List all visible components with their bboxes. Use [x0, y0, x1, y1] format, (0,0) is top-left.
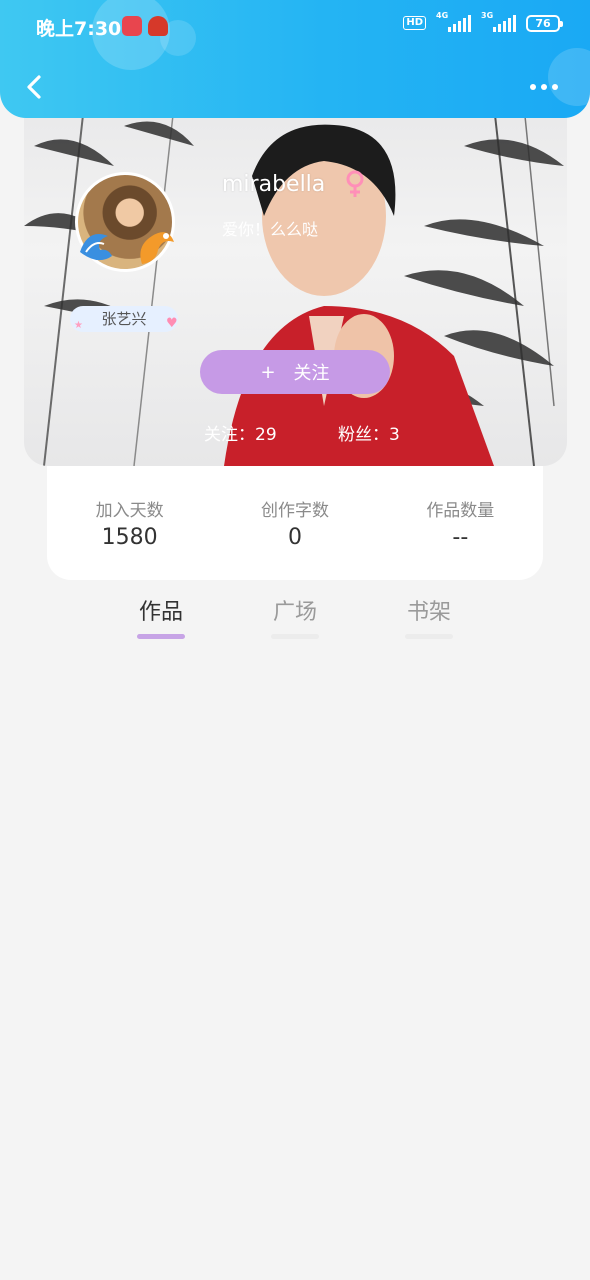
stats-card: 加入天数 1580 创作字数 0 作品数量 -- [47, 450, 543, 580]
notification-app-icon [122, 16, 142, 36]
fans-count[interactable]: 粉丝：3 [338, 420, 400, 445]
stat-label: 作品数量 [426, 501, 495, 521]
more-dots-icon[interactable] [530, 82, 564, 92]
battery-icon: 76 [526, 14, 563, 32]
stat-label: 创作字数 [260, 501, 329, 521]
chevron-left-icon[interactable] [22, 74, 48, 100]
stat-word-count: 创作字数 0 [212, 496, 377, 580]
signal-3g-icon: 3G [481, 11, 516, 32]
stat-value: 1580 [101, 525, 158, 550]
tab-label: 广场 [272, 600, 317, 625]
hd-badge: HD [403, 16, 426, 30]
female-icon [346, 170, 364, 197]
avatar-frame-koi-icon [140, 232, 174, 264]
notification-app-icon [148, 16, 168, 36]
tab-square[interactable]: 广场 [271, 594, 319, 639]
tab-indicator [271, 634, 319, 639]
tab-indicator [405, 634, 453, 639]
status-indicators: HD 4G 3G 76 [403, 11, 563, 32]
stat-label: 加入天数 [95, 501, 164, 521]
tab-label: 作品 [138, 600, 183, 625]
decorative-bubble [548, 48, 590, 106]
content-tabs: 作品 广场 书架 [0, 594, 590, 644]
follow-button-label: 关注 [293, 363, 330, 384]
stat-join-days: 加入天数 1580 [47, 496, 212, 580]
username: mirabella [222, 172, 326, 197]
avatar-frame-wave-icon [80, 234, 112, 261]
idol-tag: 张艺兴 [70, 306, 178, 332]
banner-background-image [24, 106, 564, 466]
tab-works[interactable]: 作品 [137, 594, 185, 639]
network-type-label: 3G [481, 11, 494, 20]
stat-value: 0 [287, 525, 302, 550]
following-count[interactable]: 关注：29 [204, 420, 277, 445]
status-time: 晚上7:30 [36, 18, 122, 40]
network-type-label: 4G [436, 11, 449, 20]
profile-banner [24, 106, 567, 466]
signal-4g-icon: 4G [436, 11, 471, 32]
tab-label: 书架 [406, 600, 451, 625]
user-signature: 爱你！么么哒 [222, 220, 319, 239]
plus-icon: + [260, 361, 276, 383]
heart-icon: ♥ [166, 316, 178, 331]
stat-works-count: 作品数量 -- [378, 496, 543, 580]
star-icon: ★ [74, 320, 83, 331]
follow-button[interactable]: + 关注 [200, 350, 390, 394]
stat-value: -- [452, 525, 469, 550]
tab-active-indicator [137, 634, 185, 639]
top-header: 晚上7:30 HD 4G 3G 76 [0, 0, 590, 118]
tab-bookshelf[interactable]: 书架 [405, 594, 453, 639]
